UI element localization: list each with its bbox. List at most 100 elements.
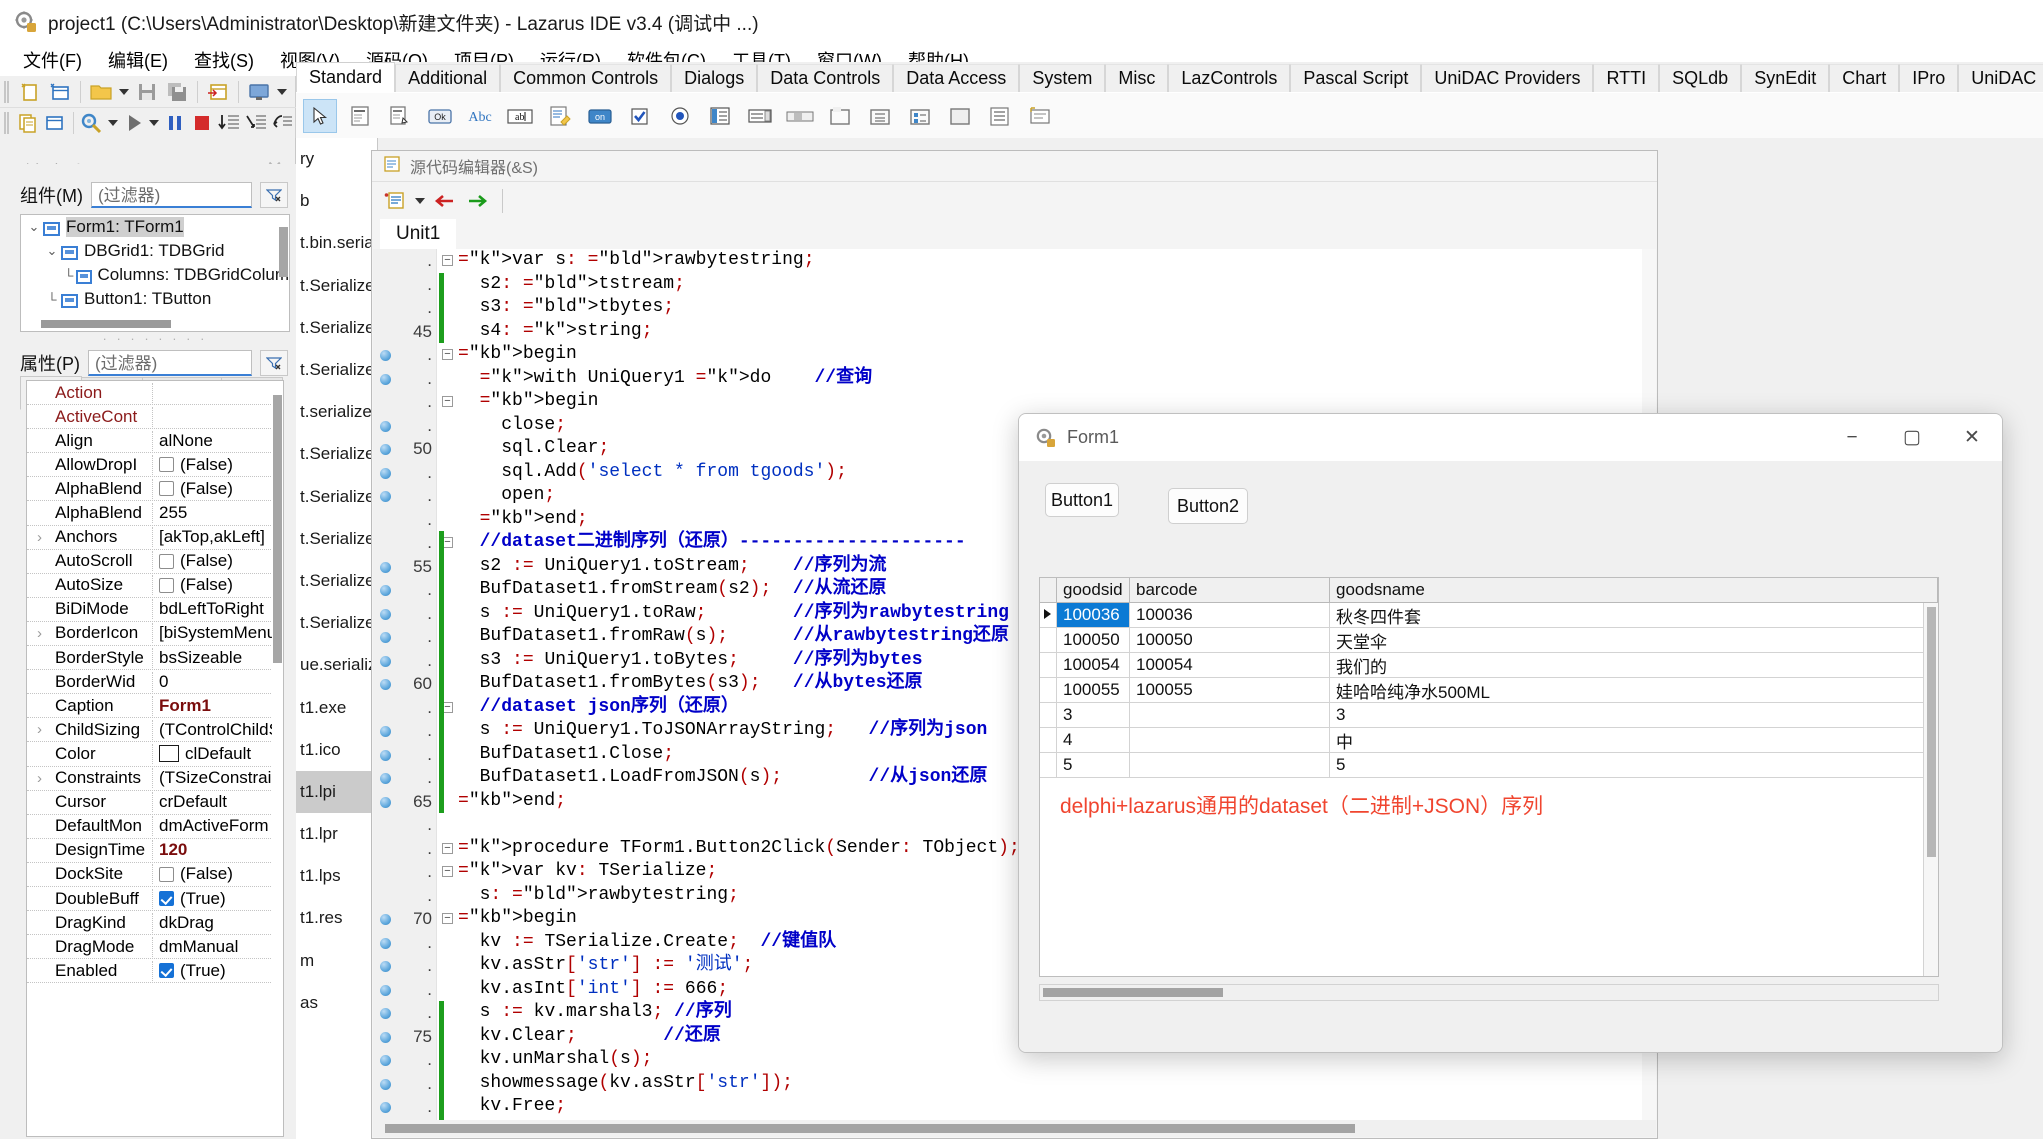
component-filter-input[interactable]: (过滤器) [90,182,252,208]
palette-tpanel-icon[interactable] [943,99,977,133]
checkbox-icon[interactable] [159,481,174,497]
property-value[interactable]: [akTop,akLeft] [153,527,283,547]
chevron-right-icon[interactable]: › [27,625,52,642]
file-list-item[interactable]: t.Serialize [296,307,377,349]
palette-tgroupbox-icon[interactable] [823,99,857,133]
breakpoint-icon[interactable] [380,655,391,667]
checkbox-icon[interactable] [159,866,174,882]
dbgrid-cell[interactable]: 娃哈哈纯净水500ML [1330,678,1938,702]
code-line[interactable]: s3: ="bld">tbytes; [458,296,1656,320]
breakpoint-icon[interactable] [380,1031,391,1043]
palette-tcheckbox-icon[interactable] [623,99,657,133]
palette-tlabel-icon[interactable]: Abc [463,99,497,133]
property-row[interactable]: ›ChildSizing (TControlChildSizing [27,718,283,743]
code-line[interactable]: s4: ="k">string; [458,320,1656,344]
open-dropdown[interactable] [116,78,132,106]
file-list-item[interactable]: t.bin.serial [296,222,377,264]
fold-toggle-icon[interactable]: − [442,255,453,266]
component-tree-item[interactable]: ⌄ DBGrid1: TDBGrid [21,239,289,263]
property-row[interactable]: ›BorderIcon [biSystemMenu,biM [27,622,283,647]
breakpoint-icon[interactable] [380,726,391,737]
code-line[interactable]: s2: ="bld">tstream; [458,273,1656,297]
new-form-icon[interactable] [45,78,75,106]
color-swatch-icon[interactable] [159,745,179,763]
chevron-down-icon[interactable]: ⌄ [43,243,61,259]
toolbar-grip[interactable] [3,80,11,103]
property-row[interactable]: BorderStyle bsSizeable [27,646,283,671]
view-units-icon[interactable] [14,109,41,137]
breakpoint-icon[interactable] [380,749,391,761]
breakpoint-icon[interactable] [380,632,391,643]
property-grid-scrollbar[interactable] [272,381,283,1136]
property-row[interactable]: ›Constraints (TSizeConstraints) [27,767,283,791]
dbgrid-cell[interactable]: 5 [1330,753,1938,777]
property-row[interactable]: DragKind dkDrag [27,911,283,936]
property-row[interactable]: › Anchors [akTop,akLeft] [27,526,283,550]
breakpoint-icon[interactable] [380,796,391,808]
fold-toggle-icon[interactable]: − [442,866,453,877]
property-value[interactable]: (TControlChildSizing [153,720,283,740]
maximize-button[interactable]: ▢ [1882,414,1942,461]
property-value[interactable]: (True) [153,961,283,981]
palette-tab-ipro[interactable]: IPro [1899,64,1959,92]
file-list-item[interactable]: m [296,940,377,982]
dbgrid-horizontal-scrollbar[interactable] [1039,984,1939,1001]
property-value[interactable]: (False) [153,479,283,499]
dbgrid1[interactable]: goodsid barcode goodsname 100036 100036 秋冬… [1039,577,1939,977]
property-grid[interactable]: Action ActiveCont Align alNone AllowDropI (Fa… [26,380,284,1137]
breakpoint-icon[interactable] [380,350,391,361]
checkbox-icon[interactable] [159,891,174,907]
property-value[interactable]: 255 [153,503,283,523]
palette-tab-misc[interactable]: Misc [1105,64,1169,92]
dbgrid-row[interactable]: 100054 100054 我们的 [1040,653,1938,678]
checkbox-icon[interactable] [159,963,174,979]
step-out-icon[interactable] [269,109,296,137]
palette-tcombobox-icon[interactable] [743,99,777,133]
toolbar-grip[interactable] [3,112,10,134]
property-row[interactable]: AllowDropI (False) [27,453,283,478]
save-icon[interactable] [132,78,162,106]
palette-tedit-icon[interactable]: ab [503,99,537,133]
breakpoint-icon[interactable] [380,773,391,784]
property-row[interactable]: Align alNone [27,429,283,454]
chevron-right-icon[interactable]: › [27,529,52,546]
palette-tab-rtti[interactable]: RTTI [1593,64,1660,92]
property-value[interactable]: 120 [153,840,283,860]
dbgrid-vertical-scrollbar[interactable] [1923,603,1938,976]
palette-tab-synedit[interactable]: SynEdit [1741,64,1830,92]
property-row[interactable]: DesignTime 120 [27,839,283,863]
file-list-item[interactable]: ry [296,138,377,180]
code-line[interactable]: kv.Free; [458,1095,1656,1119]
dbgrid-row[interactable]: 100036 100036 秋冬四件套 [1040,603,1938,628]
dbgrid-cell[interactable] [1130,703,1330,727]
dbgrid-cell[interactable]: 100036 [1057,603,1130,627]
dbgrid-cell[interactable]: 100054 [1057,653,1130,677]
property-value[interactable]: bsSizeable [153,648,283,668]
source-editor-tab-bar[interactable]: Unit1 [372,219,1657,249]
button1[interactable]: Button1 [1045,483,1119,517]
palette-tactionlist-icon[interactable] [983,99,1017,133]
property-value[interactable]: (True) [153,889,283,909]
save-all-icon[interactable] [162,78,192,106]
dbgrid-header-goodsname[interactable]: goodsname [1330,578,1938,602]
code-line[interactable]: showmessage(kv.asStr['str']); [458,1072,1656,1096]
checkbox-icon[interactable] [159,553,174,569]
run-icon[interactable] [120,109,147,137]
component-tree-scrollbar[interactable] [279,227,288,277]
code-line[interactable]: ="k">with UniQuery1 ="k">do //查询 [458,367,1656,391]
chevron-down-icon[interactable]: ⌄ [25,219,43,235]
dbgrid-cell[interactable]: 3 [1057,703,1130,727]
component-tree-item[interactable]: └ Button1: TButton [21,287,289,311]
property-value[interactable]: [biSystemMenu,biM [153,623,283,643]
property-value[interactable]: Form1 [153,696,283,716]
dbgrid-header-barcode[interactable]: barcode [1130,578,1330,602]
dbgrid-cell[interactable]: 100050 [1057,628,1130,652]
dbgrid-cell[interactable]: 100054 [1130,653,1330,677]
palette-tmainmenu-icon[interactable] [383,99,417,133]
stop-icon[interactable] [188,109,215,137]
file-list-item[interactable]: t1.lps [296,855,377,897]
breakpoint-icon[interactable] [380,491,391,502]
new-unit-icon[interactable] [15,78,45,106]
property-row[interactable]: Action [27,381,283,406]
file-list-item[interactable]: t1.res [296,897,377,939]
